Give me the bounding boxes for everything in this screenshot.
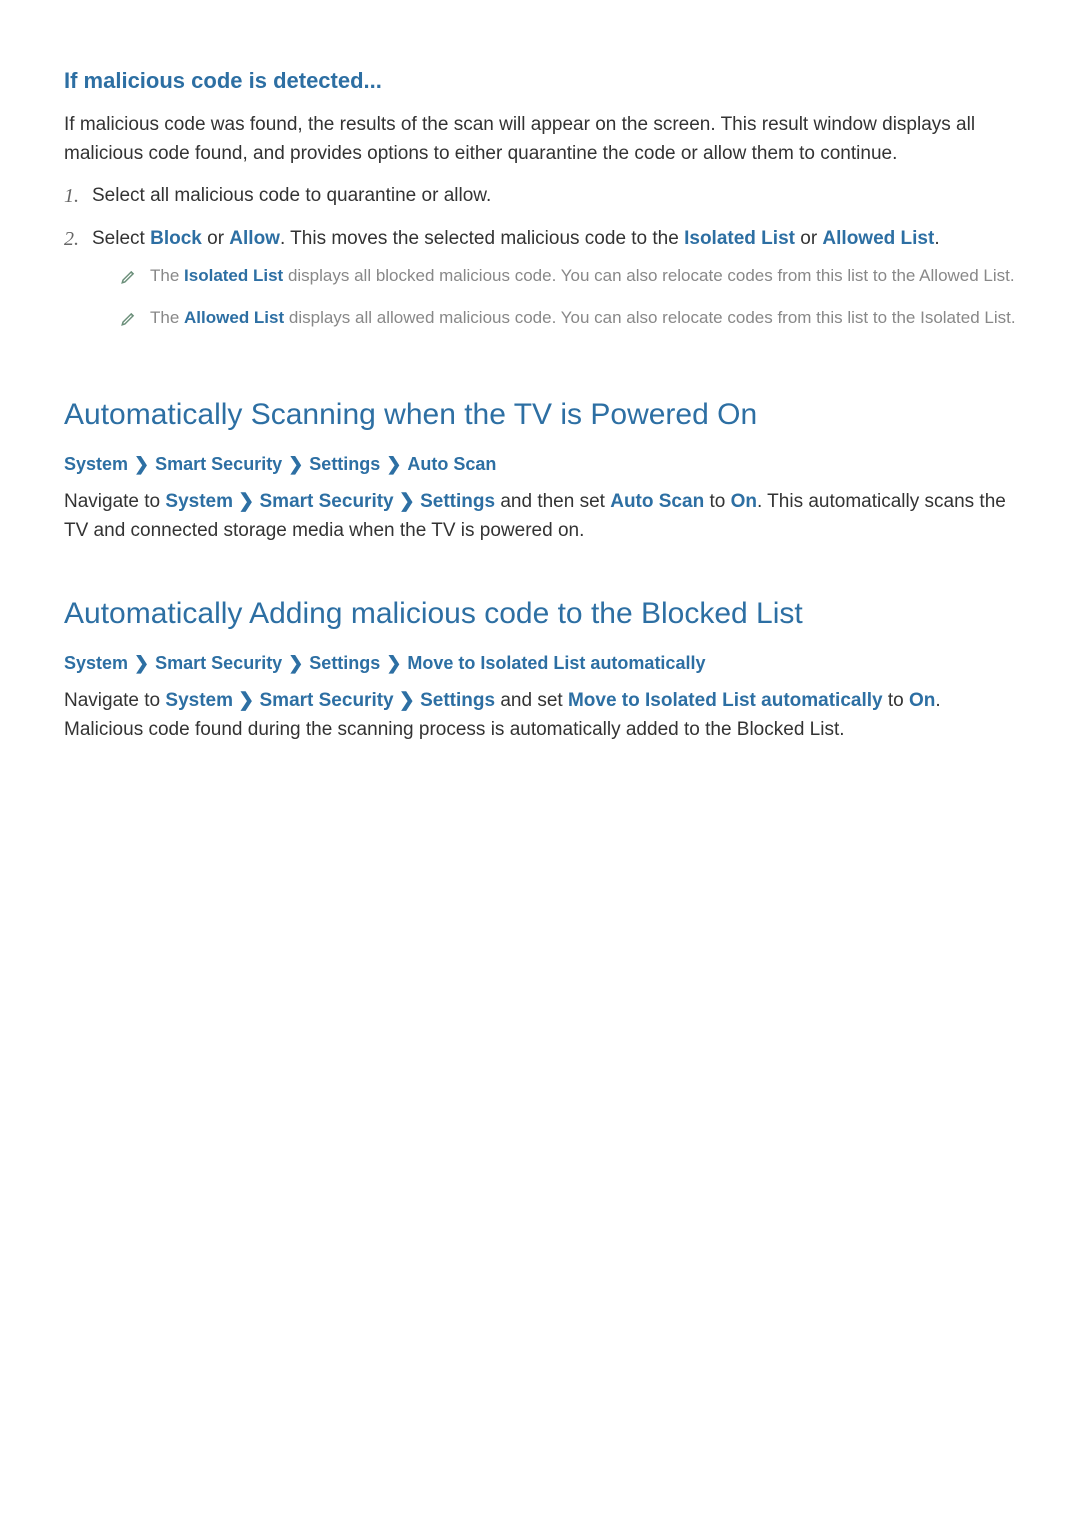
chevron-icon: ❯ — [399, 690, 415, 711]
chevron-icon: ❯ — [288, 451, 303, 478]
step-number: 2. — [64, 225, 92, 253]
step-number: 1. — [64, 182, 92, 210]
text-fragment: or — [202, 228, 229, 249]
keyword-allow: Allow — [229, 228, 280, 249]
text-fragment: Navigate to — [64, 491, 165, 512]
steps-list: 1. Select all malicious code to quaranti… — [64, 182, 1016, 346]
breadcrumb-item: Settings — [309, 451, 380, 478]
chevron-icon: ❯ — [134, 451, 149, 478]
pencil-icon — [120, 308, 138, 326]
chevron-icon: ❯ — [238, 690, 254, 711]
step-body: Select Block or Allow. This moves the se… — [92, 225, 1016, 347]
step-text: Select Block or Allow. This moves the se… — [92, 228, 940, 249]
note-isolated-list: The Isolated List displays all blocked m… — [120, 263, 1016, 289]
breadcrumb-item: Smart Security — [155, 451, 282, 478]
text-fragment: or — [795, 228, 822, 249]
section-title-blocked-list: Automatically Adding malicious code to t… — [64, 591, 1016, 636]
step-2: 2. Select Block or Allow. This moves the… — [64, 225, 1016, 347]
nav-smart-security: Smart Security — [260, 690, 394, 711]
keyword-isolated-list: Isolated List — [184, 266, 283, 285]
breadcrumb-item: Auto Scan — [407, 451, 496, 478]
subheading-if-detected: If malicious code is detected... — [64, 64, 1016, 97]
text-fragment: . — [934, 228, 939, 249]
pencil-icon — [120, 266, 138, 284]
text-fragment: The — [150, 266, 184, 285]
text-fragment: displays all allowed malicious code. You… — [284, 308, 1015, 327]
step-1: 1. Select all malicious code to quaranti… — [64, 182, 1016, 211]
text-fragment: to — [883, 690, 909, 711]
nav-system: System — [165, 491, 233, 512]
text-fragment: and then set — [495, 491, 610, 512]
nav-system: System — [165, 690, 233, 711]
chevron-icon: ❯ — [386, 650, 401, 677]
section-title-auto-scan: Automatically Scanning when the TV is Po… — [64, 392, 1016, 437]
text-fragment: The — [150, 308, 184, 327]
text-fragment: Navigate to — [64, 690, 165, 711]
value-on: On — [909, 690, 935, 711]
chevron-icon: ❯ — [134, 650, 149, 677]
step-body: Select all malicious code to quarantine … — [92, 182, 1016, 211]
keyword-block: Block — [150, 228, 202, 249]
keyword-allowed-list: Allowed List — [822, 228, 934, 249]
text-fragment: and set — [495, 690, 568, 711]
nav-settings: Settings — [420, 491, 495, 512]
note-text: The Isolated List displays all blocked m… — [150, 263, 1016, 289]
breadcrumb-item: Smart Security — [155, 650, 282, 677]
setting-auto-scan: Auto Scan — [610, 491, 704, 512]
nav-smart-security: Smart Security — [260, 491, 394, 512]
chevron-icon: ❯ — [386, 451, 401, 478]
document-page: If malicious code is detected... If mali… — [0, 0, 1080, 1527]
text-fragment: Select — [92, 228, 150, 249]
chevron-icon: ❯ — [238, 491, 254, 512]
nav-settings: Settings — [420, 690, 495, 711]
breadcrumb-auto-scan: System ❯ Smart Security ❯ Settings ❯ Aut… — [64, 451, 1016, 478]
setting-move-to-isolated: Move to Isolated List automatically — [568, 690, 883, 711]
breadcrumb-item: Settings — [309, 650, 380, 677]
note-allowed-list: The Allowed List displays all allowed ma… — [120, 305, 1016, 331]
breadcrumb-item: System — [64, 451, 128, 478]
intro-paragraph: If malicious code was found, the results… — [64, 111, 1016, 168]
breadcrumb-item: Move to Isolated List automatically — [407, 650, 705, 677]
text-fragment: . This moves the selected malicious code… — [280, 228, 684, 249]
note-text: The Allowed List displays all allowed ma… — [150, 305, 1016, 331]
value-on: On — [731, 491, 757, 512]
text-fragment: displays all blocked malicious code. You… — [283, 266, 1014, 285]
keyword-allowed-list: Allowed List — [184, 308, 284, 327]
blocked-list-paragraph: Navigate to System ❯ Smart Security ❯ Se… — [64, 687, 1016, 744]
chevron-icon: ❯ — [399, 491, 415, 512]
auto-scan-paragraph: Navigate to System ❯ Smart Security ❯ Se… — [64, 488, 1016, 545]
notes-list: The Isolated List displays all blocked m… — [92, 263, 1016, 330]
breadcrumb-item: System — [64, 650, 128, 677]
breadcrumb-blocked-list: System ❯ Smart Security ❯ Settings ❯ Mov… — [64, 650, 1016, 677]
text-fragment: to — [704, 491, 730, 512]
keyword-isolated-list: Isolated List — [684, 228, 795, 249]
chevron-icon: ❯ — [288, 650, 303, 677]
